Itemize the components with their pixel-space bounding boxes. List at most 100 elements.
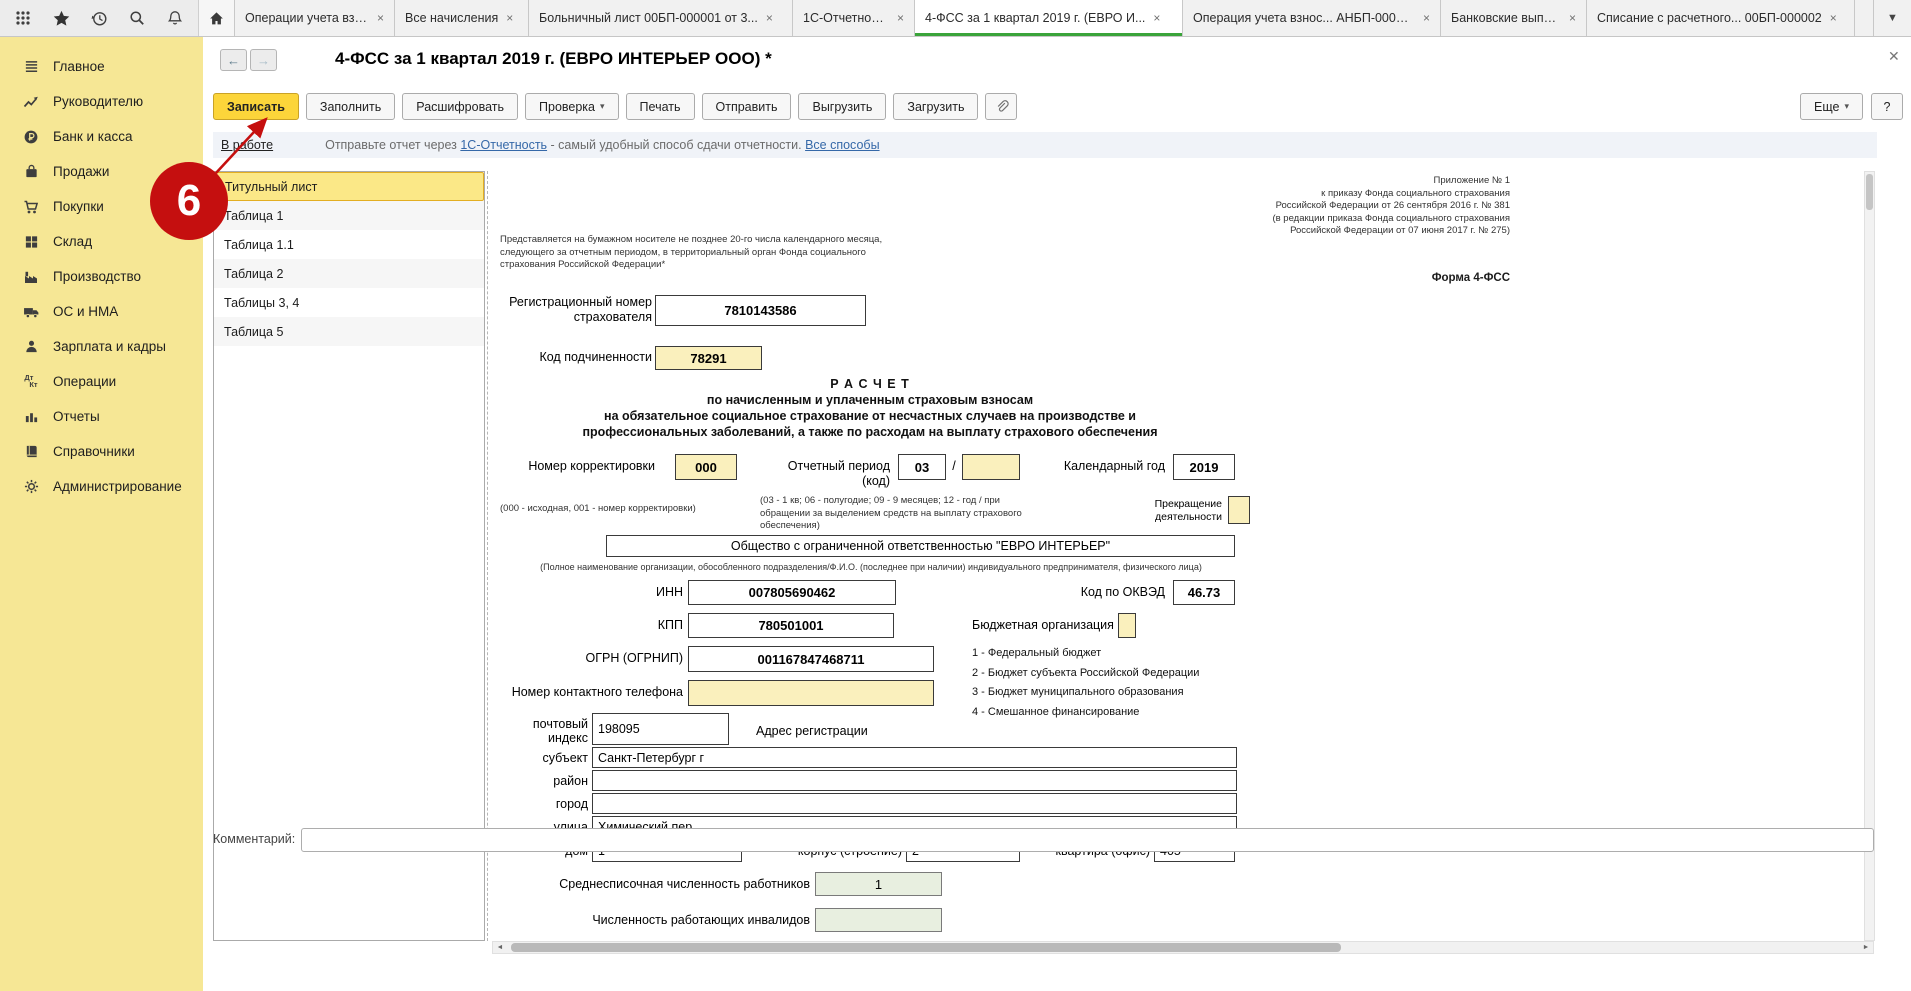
tab-close-icon[interactable]: ×: [766, 11, 773, 25]
tab-bolnichnyi-list[interactable]: Больничный лист 00БП-000001 от 3... ×: [529, 0, 793, 36]
sidebar-item-rukovoditelyu[interactable]: Руководителю: [0, 84, 203, 119]
tab-operatsii-ucheta-vznosov[interactable]: Операции учета взносов ×: [235, 0, 395, 36]
tab-spisanie-s-raschetnogo[interactable]: Списание с расчетного... 00БП-000002 ×: [1587, 0, 1855, 36]
vertical-scrollbar[interactable]: [1864, 171, 1875, 941]
tab-close-icon[interactable]: ×: [506, 11, 513, 25]
tab-1c-otchetnost[interactable]: 1С-Отчетность ×: [793, 0, 915, 36]
year-field[interactable]: 2019: [1173, 454, 1235, 480]
help-button[interactable]: ?: [1871, 93, 1903, 120]
decrypt-button[interactable]: Расшифровать: [402, 93, 518, 120]
truck-icon: [22, 303, 40, 320]
section-tablitsa-1[interactable]: Таблица 1: [214, 201, 484, 230]
all-methods-link[interactable]: Все способы: [805, 138, 879, 152]
subordination-code-field[interactable]: 78291: [655, 346, 762, 370]
sidebar-item-spravochniki[interactable]: Справочники: [0, 434, 203, 469]
reg-number-field[interactable]: 7810143586: [655, 295, 866, 326]
section-tablitsa-2[interactable]: Таблица 2: [214, 259, 484, 288]
page-title: 4-ФСС за 1 квартал 2019 г. (ЕВРО ИНТЕРЬЕ…: [335, 49, 772, 69]
kpp-label: КПП: [500, 618, 683, 633]
report-status-bar: В работе Отправьте отчет через 1С-Отчетн…: [213, 132, 1877, 158]
tab-close-icon[interactable]: ×: [1830, 11, 1837, 25]
open-tabs: Операции учета взносов × Все начисления …: [235, 0, 1873, 36]
sidebar-item-bank-i-kassa[interactable]: Банк и касса: [0, 119, 203, 154]
close-icon[interactable]: ✕: [1888, 48, 1900, 65]
search-icon[interactable]: [118, 0, 156, 36]
district-field[interactable]: [592, 770, 1237, 791]
tab-close-icon[interactable]: ×: [897, 11, 904, 25]
sidebar-item-glavnoe[interactable]: Главное: [0, 49, 203, 84]
avg-headcount-field[interactable]: 1: [815, 872, 942, 896]
sidebar-item-operatsii[interactable]: ДтКт Операции: [0, 364, 203, 399]
tab-vse-nachisleniya[interactable]: Все начисления ×: [395, 0, 529, 36]
calc-heading: Р А С Ч Е Т по начисленным и уплаченным …: [500, 376, 1240, 440]
history-icon[interactable]: [80, 0, 118, 36]
favorites-star-icon[interactable]: [42, 0, 80, 36]
scrollbar-thumb[interactable]: [511, 943, 1341, 952]
tab-operatsiya-ucheta-vznosov[interactable]: Операция учета взнос... АНБП-000001 ×: [1183, 0, 1441, 36]
tab-4fss-active[interactable]: 4-ФСС за 1 квартал 2019 г. (ЕВРО И... ×: [915, 0, 1183, 36]
kpp-field[interactable]: 780501001: [688, 613, 894, 638]
tab-close-icon[interactable]: ×: [1569, 11, 1576, 25]
attachments-button[interactable]: [985, 93, 1017, 120]
sidebar-item-zarplata-i-kadry[interactable]: Зарплата и кадры: [0, 329, 203, 364]
chevron-down-icon: ▾: [600, 101, 605, 112]
org-name-caption: (Полное наименование организации, обособ…: [492, 562, 1250, 572]
forward-button[interactable]: →: [250, 49, 277, 71]
section-tablitsa-1-1[interactable]: Таблица 1.1: [214, 230, 484, 259]
ogrn-field[interactable]: 001167847468711: [688, 646, 934, 672]
status-message: Отправьте отчет через 1С-Отчетность - са…: [325, 138, 879, 152]
postal-code-field[interactable]: 198095: [592, 713, 729, 745]
tab-close-icon[interactable]: ×: [377, 11, 384, 25]
scrollbar-thumb[interactable]: [1866, 174, 1873, 210]
section-tablitsa-5[interactable]: Таблица 5: [214, 317, 484, 346]
scroll-left-icon[interactable]: ◄: [493, 942, 507, 953]
tabs-overflow-chevron-icon[interactable]: ▼: [1873, 0, 1911, 36]
org-name-field[interactable]: Общество с ограниченной ответственностью…: [606, 535, 1235, 557]
termination-label: Прекращение деятельности: [1092, 498, 1222, 524]
1c-reporting-link[interactable]: 1С-Отчетность: [460, 138, 547, 152]
tab-bankovskie-vypiski[interactable]: Банковские выписки ×: [1441, 0, 1587, 36]
save-button[interactable]: Записать: [213, 93, 299, 120]
budget-org-field[interactable]: [1118, 613, 1136, 638]
city-field[interactable]: [592, 793, 1237, 814]
section-tablitsy-3-4[interactable]: Таблицы 3, 4: [214, 288, 484, 317]
status-link[interactable]: В работе: [221, 138, 273, 152]
sidebar-item-proizvodstvo[interactable]: Производство: [0, 259, 203, 294]
quick-icons: [0, 0, 199, 36]
print-button[interactable]: Печать: [626, 93, 695, 120]
panel-splitter[interactable]: [487, 171, 488, 941]
export-button[interactable]: Выгрузить: [798, 93, 886, 120]
sidebar-item-os-i-nma[interactable]: ОС и НМА: [0, 294, 203, 329]
section-titulnyi-list[interactable]: Титульный лист: [214, 172, 484, 201]
trend-chart-icon: [22, 94, 40, 110]
fill-button[interactable]: Заполнить: [306, 93, 395, 120]
subject-field[interactable]: Санкт-Петербург г: [592, 747, 1237, 768]
apps-grid-icon[interactable]: [4, 0, 42, 36]
period-field[interactable]: 03: [898, 454, 946, 480]
period-extra-field[interactable]: [962, 454, 1020, 480]
horizontal-scrollbar[interactable]: ◄ ►: [492, 941, 1874, 954]
scroll-right-icon[interactable]: ►: [1859, 942, 1873, 953]
toolbar-right: Еще ▾ ?: [1800, 93, 1903, 120]
phone-field[interactable]: [688, 680, 934, 706]
disabled-headcount-field[interactable]: [815, 908, 942, 932]
okved-field[interactable]: 46.73: [1173, 580, 1235, 605]
sidebar-item-administrirovanie[interactable]: Администрирование: [0, 469, 203, 504]
comment-input[interactable]: [301, 828, 1874, 852]
correction-number-field[interactable]: 000: [675, 454, 737, 480]
import-button[interactable]: Загрузить: [893, 93, 978, 120]
check-button[interactable]: Проверка ▾: [525, 93, 619, 120]
back-button[interactable]: ←: [220, 49, 247, 71]
person-icon: [22, 339, 40, 354]
inn-field[interactable]: 007805690462: [688, 580, 896, 605]
tab-close-icon[interactable]: ×: [1153, 11, 1160, 25]
termination-field[interactable]: [1228, 496, 1250, 524]
appendix-note: Приложение № 1 к приказу Фонда социально…: [760, 175, 1510, 238]
annotation-step-badge: 6: [150, 162, 228, 240]
tab-close-icon[interactable]: ×: [1423, 11, 1430, 25]
more-button[interactable]: Еще ▾: [1800, 93, 1863, 120]
send-button[interactable]: Отправить: [702, 93, 792, 120]
home-icon[interactable]: [199, 0, 235, 36]
sidebar-item-otchety[interactable]: Отчеты: [0, 399, 203, 434]
notifications-bell-icon[interactable]: [156, 0, 194, 36]
